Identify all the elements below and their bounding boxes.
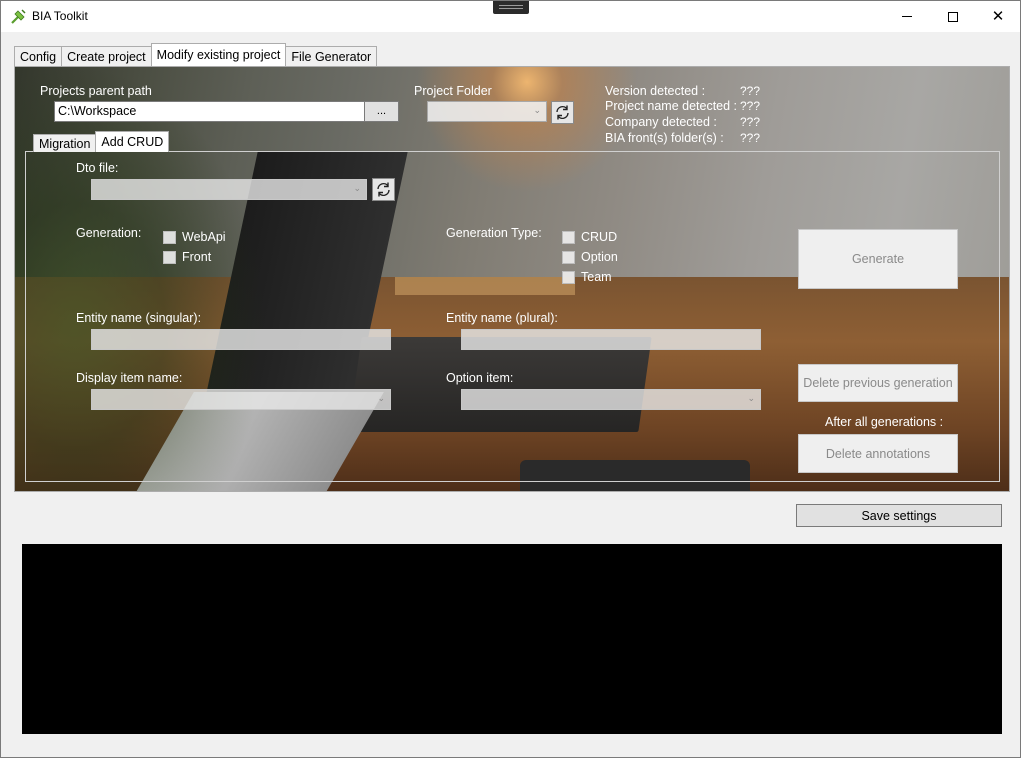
maximize-button[interactable] xyxy=(930,1,976,32)
front-checkbox[interactable]: Front xyxy=(163,250,211,264)
crud-checkbox[interactable]: CRUD xyxy=(562,230,617,244)
output-console xyxy=(22,544,1002,734)
refresh-dto-button[interactable] xyxy=(372,178,395,201)
option-item-label: Option item: xyxy=(446,371,514,385)
project-name-detected-value: ??? xyxy=(740,99,761,113)
project-name-detected-label: Project name detected : xyxy=(605,99,738,113)
refresh-project-folder-button[interactable] xyxy=(551,101,574,124)
projects-parent-path-input[interactable]: C:\Workspace xyxy=(54,101,365,122)
tab-config[interactable]: Config xyxy=(14,46,63,66)
maximize-icon xyxy=(948,11,958,22)
version-detected-label: Version detected : xyxy=(605,84,706,98)
tab-modify-existing-project[interactable]: Modify existing project xyxy=(150,43,287,66)
project-folder-select[interactable]: ⌄ xyxy=(427,101,547,122)
checkbox-box xyxy=(163,250,176,264)
checkbox-box xyxy=(562,230,575,244)
refresh-icon xyxy=(556,105,569,120)
option-item-select[interactable]: ⌄ xyxy=(461,389,761,410)
chevron-down-icon: ⌄ xyxy=(747,394,755,404)
webapi-checkbox-label: WebApi xyxy=(182,230,226,244)
after-all-generations-label: After all generations : xyxy=(825,415,944,429)
checkbox-box xyxy=(163,230,176,244)
checkbox-box xyxy=(562,250,575,264)
company-detected-label: Company detected : xyxy=(605,115,717,129)
webapi-checkbox[interactable]: WebApi xyxy=(163,230,226,244)
projects-parent-path-label: Projects parent path xyxy=(40,84,152,98)
dto-file-label: Dto file: xyxy=(76,161,119,175)
close-icon: ✕ xyxy=(991,7,1005,25)
sub-tab-strip: Migration Add CRUD xyxy=(33,130,170,152)
save-settings-button[interactable]: Save settings xyxy=(796,504,1002,527)
generation-type-label: Generation Type: xyxy=(446,226,542,240)
entity-plural-input[interactable] xyxy=(461,329,761,350)
tab-add-crud[interactable]: Add CRUD xyxy=(95,131,170,152)
title-bar: BIA Toolkit ✕ xyxy=(1,1,1020,32)
front-folders-detected-label: BIA front(s) folder(s) : xyxy=(605,131,724,145)
entity-plural-label: Entity name (plural): xyxy=(446,311,558,325)
team-checkbox-label: Team xyxy=(581,270,612,284)
tab-migration[interactable]: Migration xyxy=(33,134,97,152)
dto-file-select[interactable]: ⌄ xyxy=(91,179,367,200)
company-detected-value: ??? xyxy=(740,115,761,129)
add-crud-panel: Dto file: ⌄ Generation: WebApi Front Gen… xyxy=(25,151,1000,482)
front-checkbox-label: Front xyxy=(182,250,212,264)
chevron-down-icon: ⌄ xyxy=(353,184,361,194)
drag-grip[interactable] xyxy=(493,1,529,14)
project-folder-label: Project Folder xyxy=(414,84,492,98)
option-checkbox-label: Option xyxy=(581,250,618,264)
delete-previous-generation-button[interactable]: Delete previous generation xyxy=(798,364,958,402)
team-checkbox[interactable]: Team xyxy=(562,270,612,284)
version-detected-value: ??? xyxy=(740,84,761,98)
delete-annotations-button[interactable]: Delete annotations xyxy=(798,434,958,473)
tab-create-project[interactable]: Create project xyxy=(61,46,152,66)
display-item-label: Display item name: xyxy=(76,371,183,385)
chevron-down-icon: ⌄ xyxy=(377,394,385,404)
entity-singular-label: Entity name (singular): xyxy=(76,311,202,325)
minimize-button[interactable] xyxy=(884,1,930,32)
minimize-icon xyxy=(902,16,912,17)
chevron-down-icon: ⌄ xyxy=(533,106,541,116)
checkbox-box xyxy=(562,270,575,284)
entity-singular-input[interactable] xyxy=(91,329,391,350)
window-title: BIA Toolkit xyxy=(32,9,88,23)
generation-label: Generation: xyxy=(76,226,142,240)
close-button[interactable]: ✕ xyxy=(975,1,1021,32)
generate-button[interactable]: Generate xyxy=(798,229,958,289)
option-checkbox[interactable]: Option xyxy=(562,250,618,264)
refresh-icon xyxy=(377,182,390,197)
tab-file-generator[interactable]: File Generator xyxy=(285,46,378,66)
main-tab-strip: Config Create project Modify existing pr… xyxy=(14,43,378,66)
browse-button[interactable]: ... xyxy=(364,101,399,122)
display-item-select[interactable]: ⌄ xyxy=(91,389,391,410)
crud-checkbox-label: CRUD xyxy=(581,230,618,244)
modify-project-panel: Projects parent path C:\Workspace ... Pr… xyxy=(14,66,1010,492)
front-folders-detected-value: ??? xyxy=(740,131,761,145)
app-window: BIA Toolkit ✕ Config Create project Modi… xyxy=(0,0,1021,758)
app-icon xyxy=(11,9,26,24)
